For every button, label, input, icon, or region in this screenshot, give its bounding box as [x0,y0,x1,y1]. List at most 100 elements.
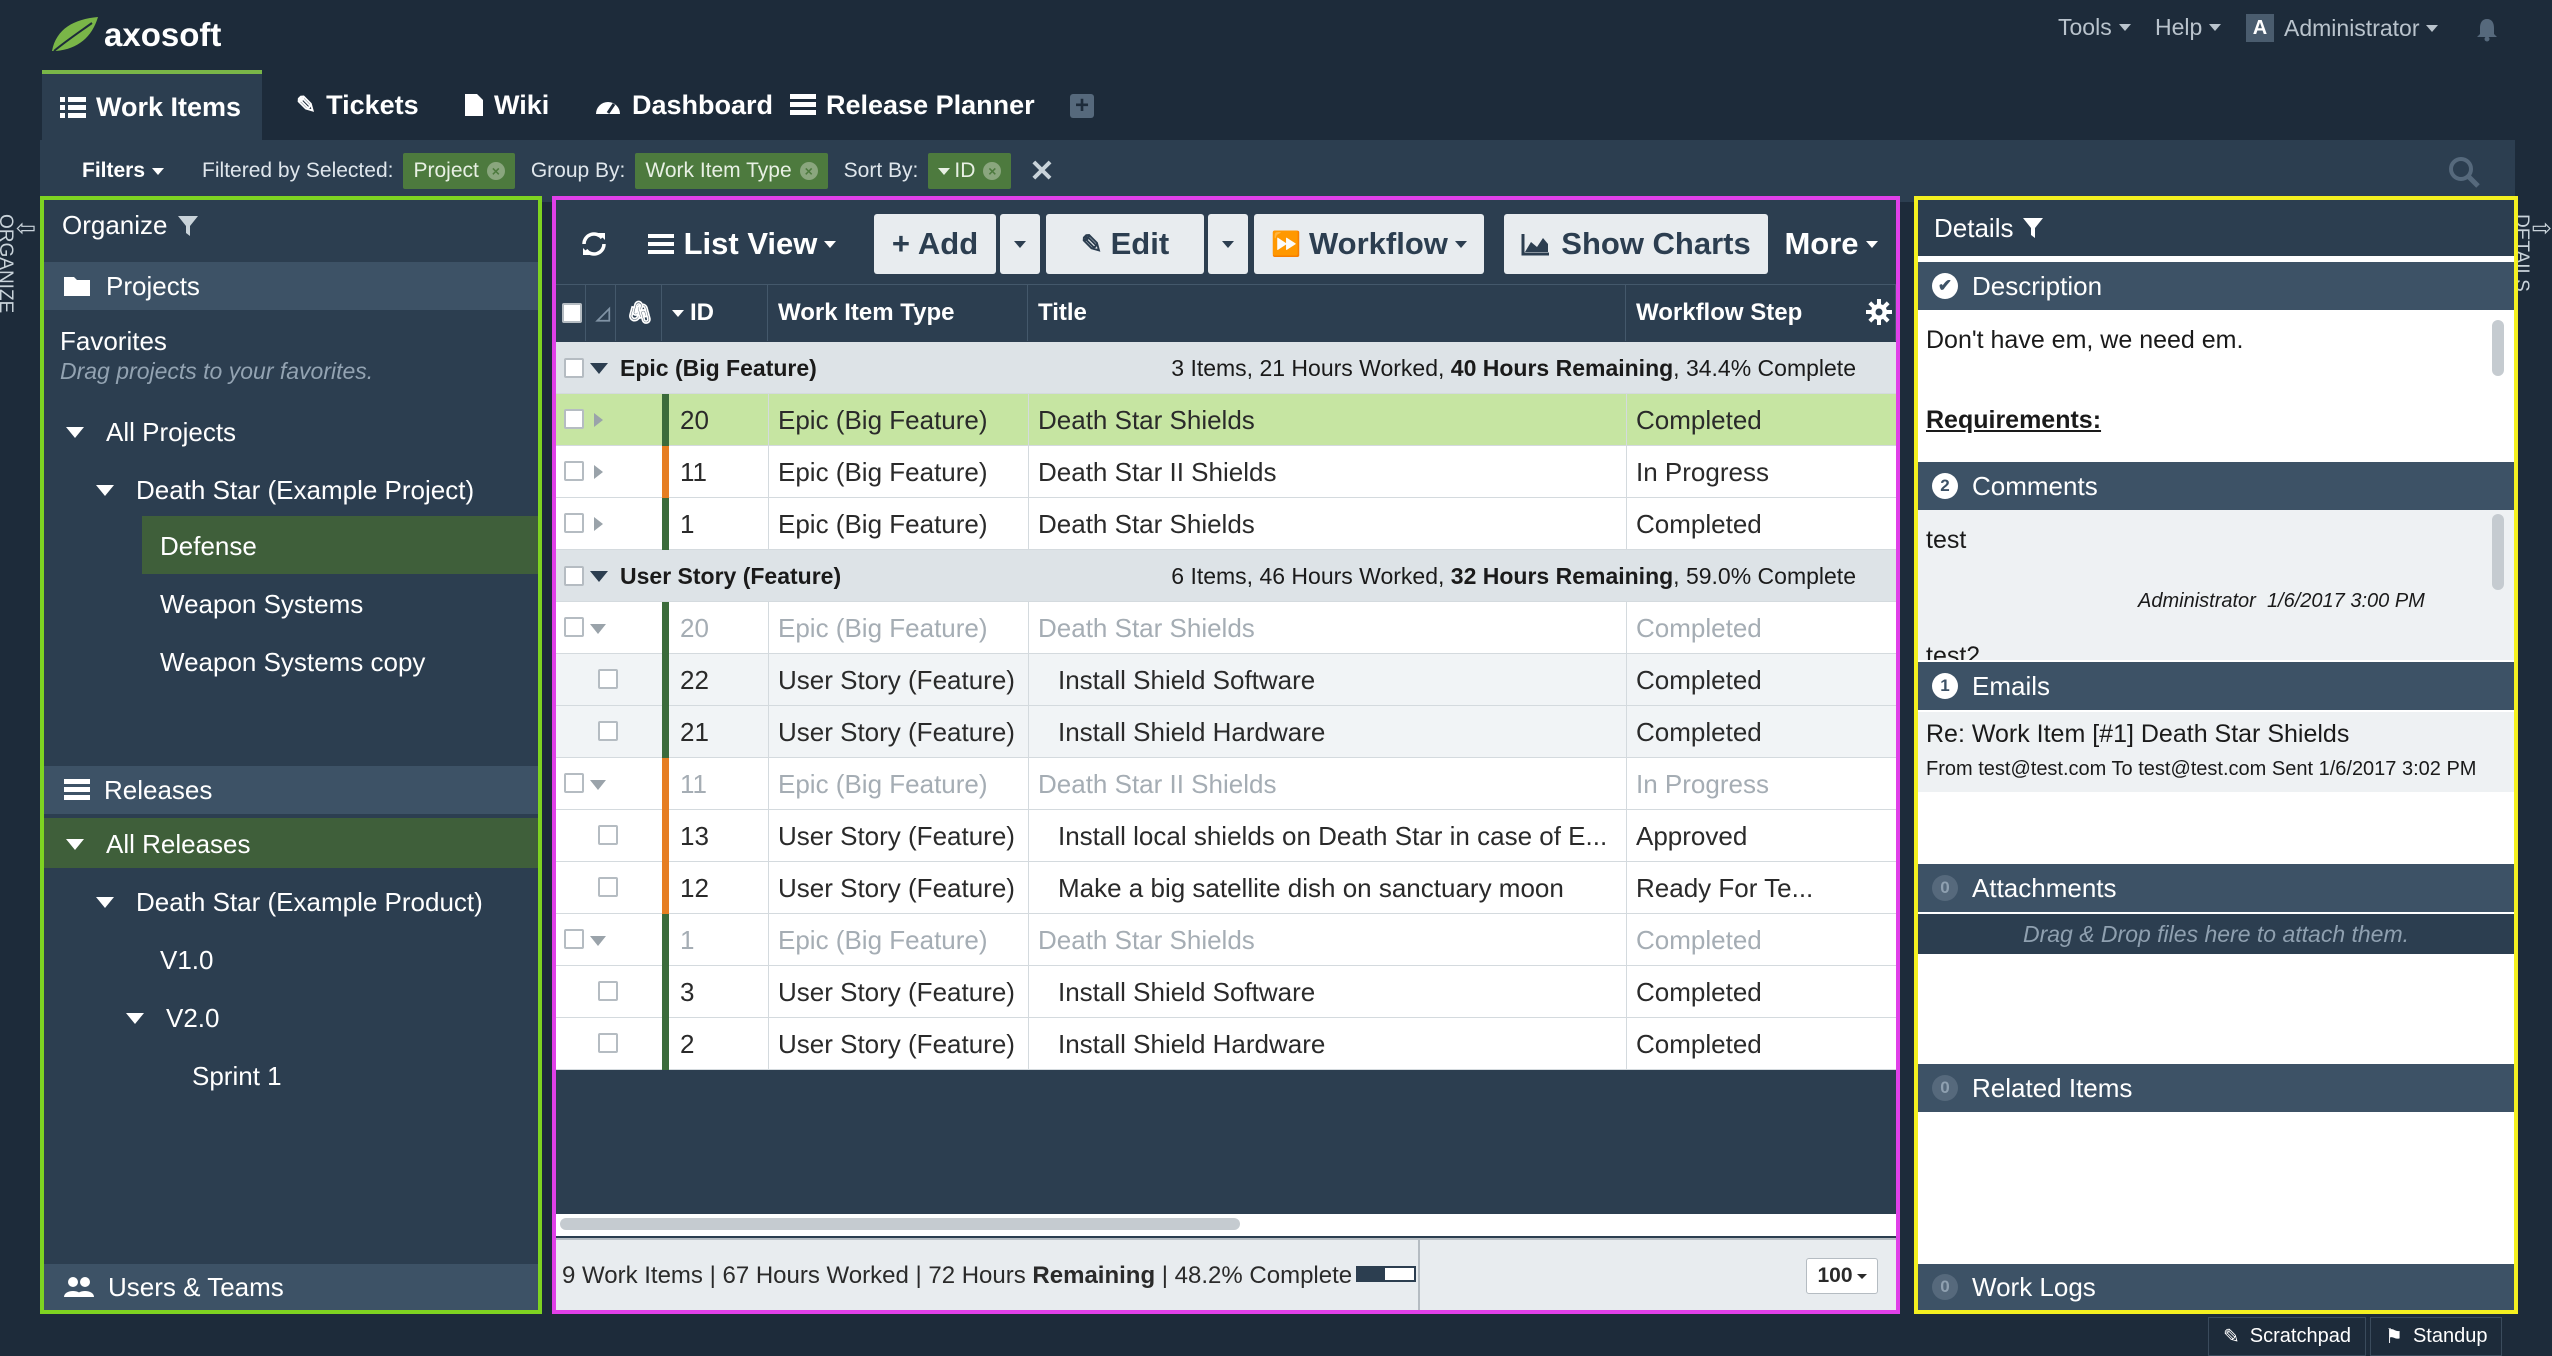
expand-column-icon[interactable]: ◿ [586,285,616,341]
row-checkbox[interactable] [598,669,618,689]
tools-menu[interactable]: Tools [2058,14,2131,41]
close-icon[interactable]: × [799,162,818,180]
chevron-down-icon[interactable] [590,624,606,634]
chevron-down-icon[interactable] [590,780,606,790]
attachments-drop-zone[interactable]: Drag & Drop files here to attach them. [1918,914,2514,954]
details-edge-tab[interactable]: ⇨ DETAILS [2511,214,2552,344]
close-icon[interactable]: × [486,162,505,180]
comments-scrollbar[interactable] [2492,514,2504,590]
group-row[interactable]: Epic (Big Feature) 3 Items, 21 Hours Work… [556,342,1896,394]
chevron-down-icon[interactable] [590,571,608,582]
users-teams-header[interactable]: Users & Teams [44,1264,538,1310]
list-view-button[interactable]: List View [642,214,842,274]
row-checkbox[interactable] [564,773,584,793]
chevron-right-icon[interactable] [594,517,603,531]
chevron-down-icon[interactable] [66,838,84,850]
standup-button[interactable]: ⚑ Standup [2370,1317,2503,1356]
add-button[interactable]: + Add [874,214,996,274]
group-checkbox[interactable] [564,566,584,586]
table-row[interactable]: 20 Epic (Big Feature) Death Star Shields Co… [556,602,1896,654]
workflow-button[interactable]: ⏩ Workflow [1254,214,1484,274]
show-charts-button[interactable]: Show Charts [1504,214,1768,274]
organize-edge-tab[interactable]: ⇦ ORGANIZE [0,214,36,354]
row-checkbox[interactable] [598,981,618,1001]
page-size-select[interactable]: 100 [1806,1258,1878,1294]
column-title[interactable]: Title [1028,285,1626,341]
row-checkbox[interactable] [598,825,618,845]
add-dropdown-button[interactable] [1000,214,1040,274]
table-row[interactable]: 13 User Story (Feature) Install local shie… [556,810,1896,862]
tree-v1[interactable]: V1.0 [160,940,214,980]
comments-header[interactable]: 2 Comments [1918,462,2514,510]
work-logs-header[interactable]: 0 Work Logs [1918,1264,2514,1310]
table-row[interactable]: 1 Epic (Big Feature) Death Star Shields Com… [556,914,1896,966]
user-menu[interactable]: A Administrator [2246,14,2439,42]
column-work-item-type[interactable]: Work Item Type [768,285,1028,341]
group-row[interactable]: User Story (Feature) 6 Items, 46 Hours Wo… [556,550,1896,602]
chevron-down-icon[interactable] [96,896,114,908]
tab-work-items[interactable]: Work Items [42,70,262,140]
emails-header[interactable]: 1 Emails [1918,662,2514,710]
group-by-chip[interactable]: Work Item Type × [635,153,828,189]
table-row[interactable]: 1 Epic (Big Feature) Death Star Shields Com… [556,498,1896,550]
tree-sprint-1[interactable]: Sprint 1 [192,1056,282,1096]
related-items-header[interactable]: 0 Related Items [1918,1064,2514,1112]
close-icon[interactable]: × [983,162,1002,180]
attachments-header[interactable]: 0 Attachments [1918,864,2514,912]
description-header[interactable]: ✔ Description [1918,262,2514,310]
sort-by-chip[interactable]: ID × [928,153,1012,189]
horizontal-scrollbar[interactable] [556,1214,1896,1236]
gear-icon[interactable] [1866,299,1892,325]
table-row[interactable]: 11 Epic (Big Feature) Death Star II Shield… [556,758,1896,810]
row-checkbox[interactable] [598,1033,618,1053]
row-checkbox[interactable] [598,877,618,897]
add-tab-icon[interactable]: + [1070,92,1094,119]
bell-icon[interactable] [2476,18,2498,42]
tree-project-death-star[interactable]: Death Star (Example Project) [96,470,474,510]
clear-filters-icon[interactable]: ✕ [1029,154,1054,189]
row-checkbox[interactable] [564,929,584,949]
help-menu[interactable]: Help [2155,14,2222,41]
tab-wiki[interactable]: Wiki [446,70,567,140]
chevron-right-icon[interactable] [594,465,603,479]
scrollbar-thumb[interactable] [560,1218,1240,1230]
tree-product-death-star[interactable]: Death Star (Example Product) [96,882,483,922]
table-row[interactable]: 21 User Story (Feature) Install Shield Har… [556,706,1896,758]
row-checkbox[interactable] [564,617,584,637]
more-button[interactable]: More [1768,214,1894,274]
search-icon[interactable] [2448,156,2480,188]
chevron-down-icon[interactable] [590,363,608,374]
tab-tickets[interactable]: ✎ Tickets [278,70,437,140]
email-item[interactable]: Re: Work Item [#1] Death Star Shields Fr… [1918,712,2514,792]
filter-icon[interactable] [177,215,198,236]
refresh-icon[interactable] [580,230,608,258]
filters-dropdown[interactable]: Filters [82,159,165,183]
tab-dashboard[interactable]: Dashboard [576,70,791,140]
table-row[interactable]: 22 User Story (Feature) Install Shield Sof… [556,654,1896,706]
tree-defense[interactable]: Defense [160,526,257,566]
releases-header[interactable]: Releases [44,766,538,814]
chevron-down-icon[interactable] [66,426,84,438]
edit-dropdown-button[interactable] [1208,214,1248,274]
tree-weapon-systems[interactable]: Weapon Systems [160,584,363,624]
row-checkbox[interactable] [564,409,584,429]
column-workflow-step[interactable]: Workflow Step [1626,285,1896,341]
tree-all-releases[interactable]: All Releases [66,824,251,864]
chevron-down-icon[interactable] [96,484,114,496]
tree-v2[interactable]: V2.0 [126,998,220,1038]
edit-button[interactable]: ✎ Edit [1046,214,1204,274]
select-all-checkbox[interactable] [562,303,582,323]
filter-chip-project[interactable]: Project × [403,153,515,189]
row-checkbox[interactable] [564,461,584,481]
tree-weapon-systems-copy[interactable]: Weapon Systems copy [160,642,425,682]
chevron-down-icon[interactable] [126,1012,144,1024]
column-id[interactable]: ID [662,285,768,341]
chevron-right-icon[interactable] [594,413,603,427]
tab-release-planner[interactable]: Release Planner [772,70,1053,140]
filter-icon[interactable] [2023,218,2044,238]
paperclip-icon[interactable]: 🖇 [616,285,662,341]
row-checkbox[interactable] [564,513,584,533]
table-row[interactable]: 2 User Story (Feature) Install Shield Hard… [556,1018,1896,1070]
tree-all-projects[interactable]: All Projects [66,412,236,452]
axosoft-logo[interactable]: axosoft [48,10,221,60]
